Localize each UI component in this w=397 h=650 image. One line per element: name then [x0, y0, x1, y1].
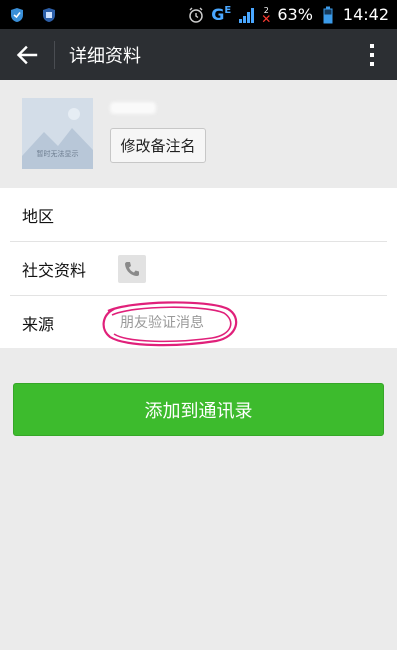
source-field — [102, 300, 238, 346]
battery-icon — [319, 6, 337, 24]
social-profile-label: 社交资料 — [22, 260, 87, 280]
network-type-sup: E — [224, 5, 232, 16]
title-bar: 详细资料 — [0, 29, 397, 80]
profile-header: 暂时无法显示 修改备注名 — [0, 80, 397, 188]
clock: 14:42 — [342, 5, 389, 24]
avatar-caption: 暂时无法显示 — [36, 150, 79, 158]
phone-contact-button[interactable] — [118, 254, 146, 283]
row-region[interactable]: 地区 — [0, 188, 397, 241]
battery-percent: 63% — [277, 5, 313, 24]
row-source: 来源 — [0, 296, 397, 349]
nickname-obscured — [110, 102, 156, 114]
add-to-contacts-button[interactable]: 添加到通讯录 — [13, 383, 384, 436]
status-bar: G E 2 ✕ 63% 14:42 — [0, 0, 397, 29]
back-button[interactable] — [0, 29, 54, 80]
info-list: 地区 社交资料 来源 — [0, 188, 397, 348]
data-indicator-x: ✕ — [261, 11, 272, 26]
avatar[interactable]: 暂时无法显示 — [22, 98, 93, 169]
alarm-icon — [187, 6, 205, 24]
more-vertical-icon — [370, 43, 374, 66]
network-type: G E — [211, 5, 231, 24]
shield-badge-icon — [40, 6, 58, 24]
signal-icon — [237, 6, 255, 24]
more-menu-button[interactable] — [347, 29, 397, 80]
row-social-profile[interactable]: 社交资料 — [0, 242, 397, 295]
region-label: 地区 — [22, 206, 55, 226]
phone-icon — [125, 261, 139, 276]
data-indicator: 2 ✕ — [261, 6, 272, 26]
title-divider — [54, 40, 55, 69]
network-type-g: G — [211, 5, 225, 24]
back-arrow-icon — [16, 45, 38, 64]
edit-remark-button[interactable]: 修改备注名 — [110, 128, 206, 163]
shield-icon — [8, 6, 26, 24]
page-title: 详细资料 — [69, 45, 141, 67]
verification-message-input[interactable] — [104, 314, 224, 331]
